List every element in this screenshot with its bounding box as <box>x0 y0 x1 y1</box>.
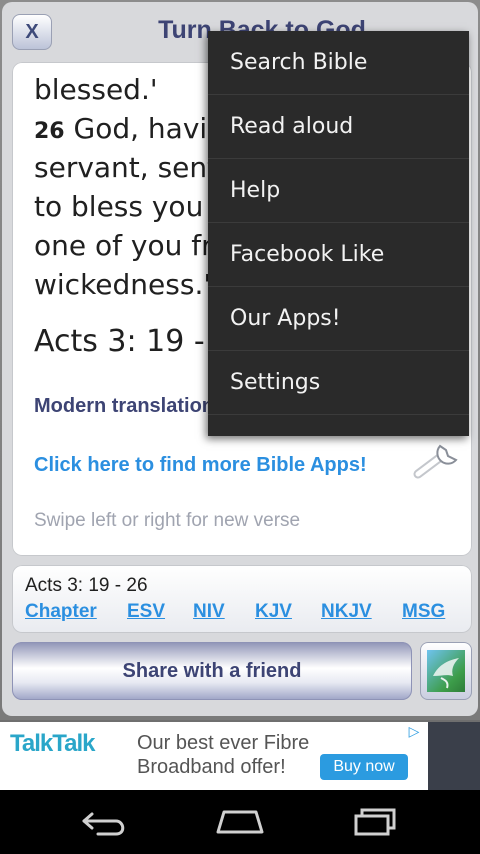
kjv-link[interactable]: KJV <box>255 601 292 623</box>
swipe-hint: Swipe left or right for new verse <box>34 510 301 531</box>
ad-side-panel <box>428 722 480 790</box>
menu-item-facebook-like[interactable]: Facebook Like <box>208 223 469 287</box>
close-button[interactable]: X <box>12 14 52 50</box>
ad-headline-line1: Our best ever Fibre <box>137 732 310 754</box>
android-nav-bar <box>0 790 480 854</box>
menu-item-our-apps[interactable]: Our Apps! <box>208 287 469 351</box>
dove-button[interactable] <box>420 642 472 700</box>
verse-line-text: blessed.' <box>34 73 158 106</box>
translation-bar: Acts 3: 19 - 26 Chapter ESV NIV KJV NKJV… <box>12 565 472 633</box>
recent-apps-icon[interactable] <box>344 804 404 840</box>
ad-banner[interactable]: TalkTalk Our best ever Fibre Broadband o… <box>0 722 428 790</box>
verse-line-text: wickedness.' <box>34 268 212 301</box>
back-icon[interactable] <box>76 804 136 840</box>
overflow-menu: Search Bible Read aloud Help Facebook Li… <box>208 31 469 436</box>
msg-link[interactable]: MSG <box>402 601 445 623</box>
ad-headline-line2: Broadband offer! <box>137 756 286 778</box>
dove-icon <box>427 650 465 692</box>
more-bible-apps-link[interactable]: Click here to find more Bible Apps! <box>34 454 367 477</box>
share-button[interactable]: Share with a friend <box>12 642 412 700</box>
wrench-icon[interactable] <box>412 440 462 480</box>
verse-number: 26 <box>34 119 65 144</box>
home-icon[interactable] <box>210 804 270 840</box>
menu-item-help[interactable]: Help <box>208 159 469 223</box>
menu-item-read-aloud[interactable]: Read aloud <box>208 95 469 159</box>
chapter-link[interactable]: Chapter <box>25 601 97 623</box>
modern-translation-link[interactable]: Modern translation <box>34 395 214 418</box>
menu-item-settings[interactable]: Settings <box>208 351 469 415</box>
niv-link[interactable]: NIV <box>193 601 225 623</box>
esv-link[interactable]: ESV <box>127 601 165 623</box>
ad-choices-icon[interactable]: ▷ <box>404 724 424 742</box>
menu-item-search-bible[interactable]: Search Bible <box>208 31 469 95</box>
nkjv-link[interactable]: NKJV <box>321 601 372 623</box>
ad-brand-logo: TalkTalk <box>10 730 95 757</box>
ad-buy-now-button[interactable]: Buy now <box>320 754 408 780</box>
translation-reference: Acts 3: 19 - 26 <box>25 575 148 596</box>
